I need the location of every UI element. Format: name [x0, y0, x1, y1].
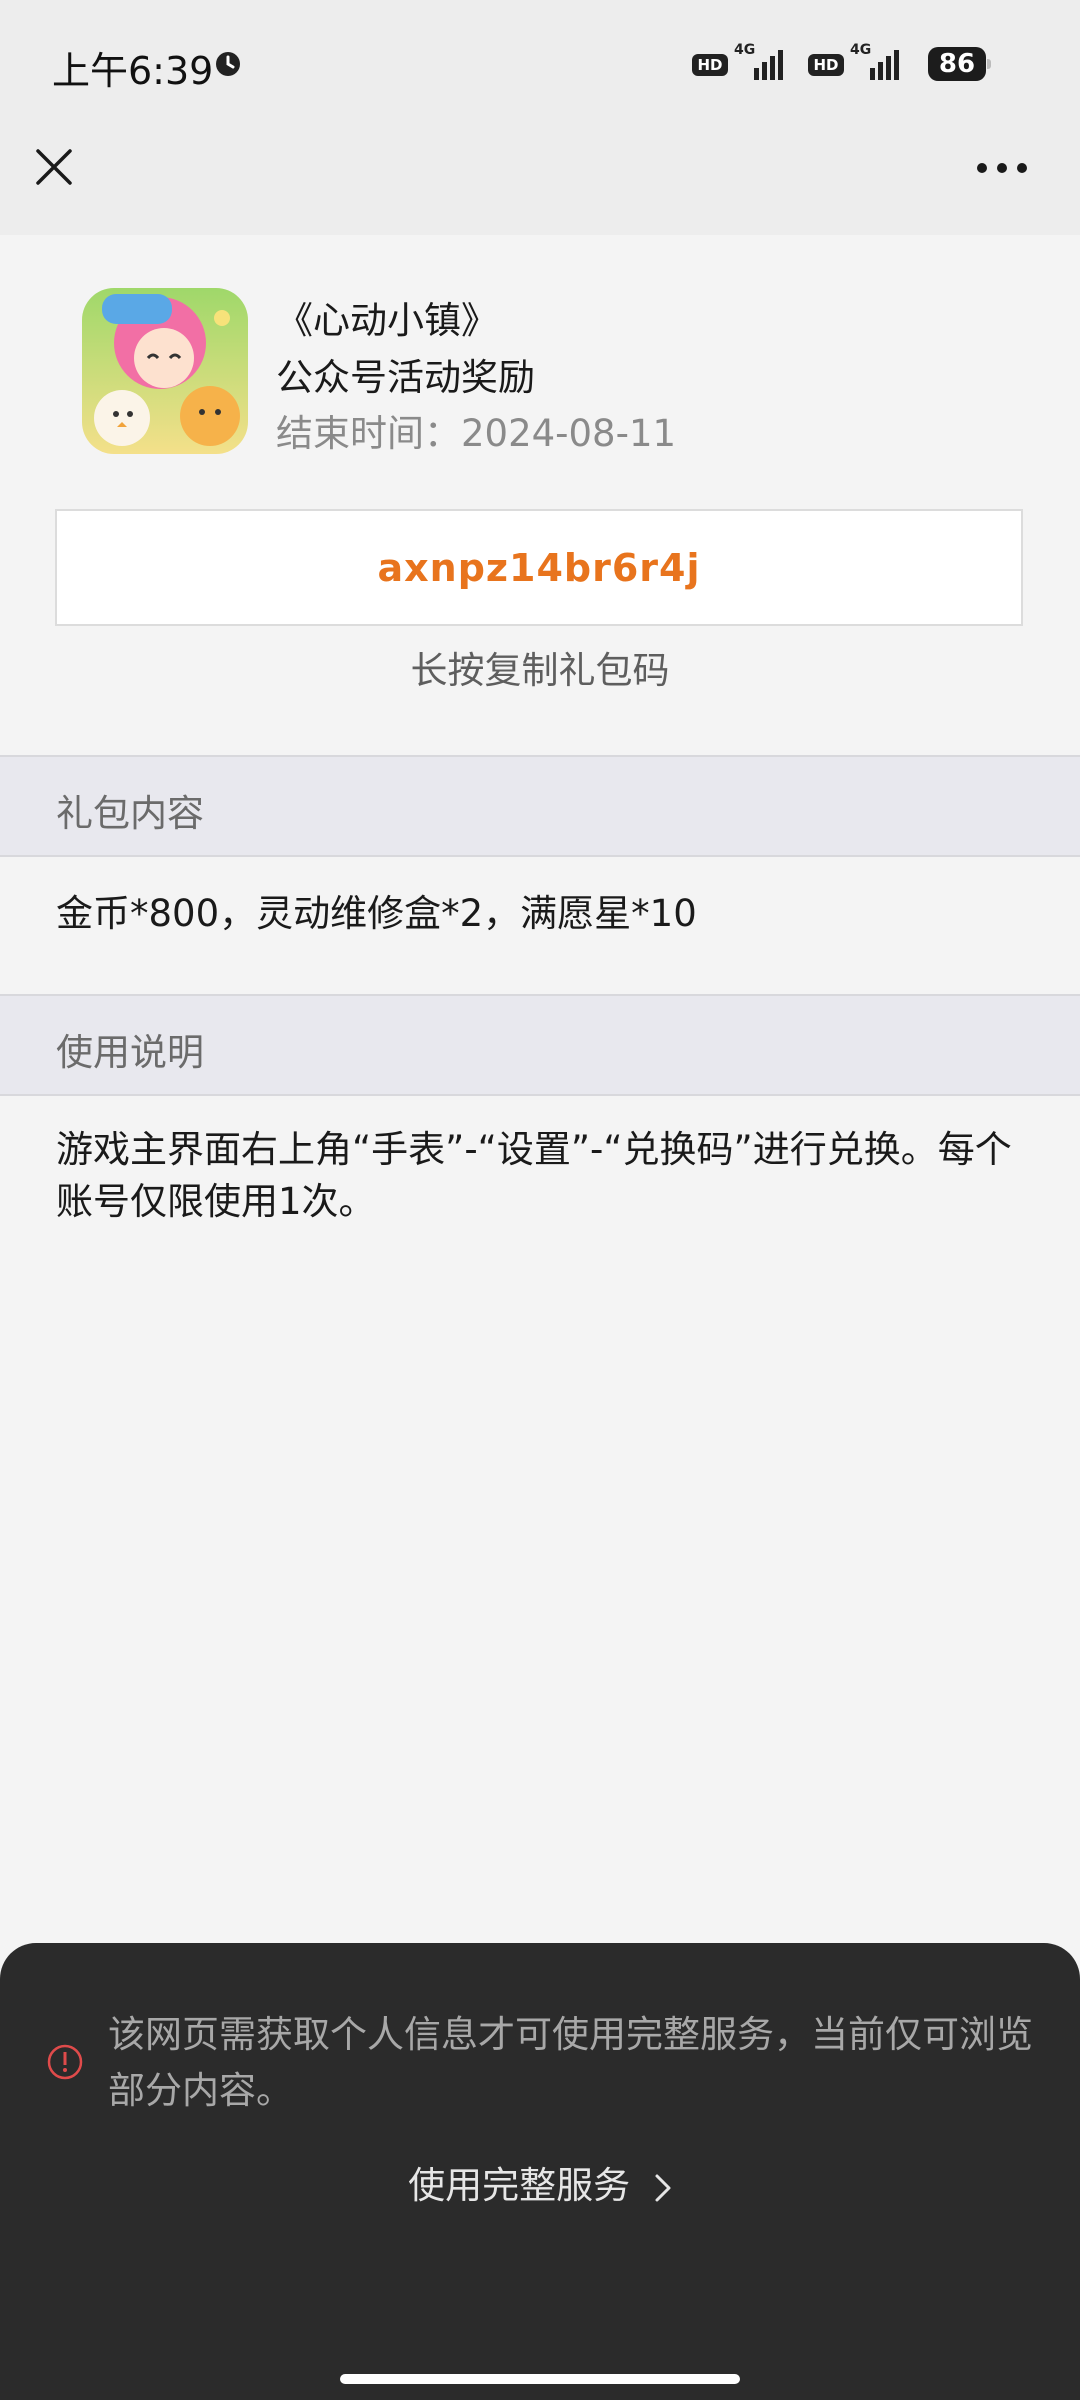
- permission-notice: 该网页需获取个人信息才可使用完整服务，当前仅可浏览部分内容。: [108, 2013, 1033, 2112]
- game-app-icon: [82, 288, 248, 454]
- gift-end-time: 结束时间：2024-08-11: [276, 412, 677, 455]
- use-full-service-label: 使用完整服务: [408, 2164, 631, 2207]
- gift-subtitle: 公众号活动奖励: [276, 356, 535, 399]
- hd-badge: HD: [808, 54, 844, 76]
- section-title: 使用说明: [56, 1031, 204, 1074]
- status-time: 上午6:39: [52, 49, 214, 93]
- use-full-service-button[interactable]: 使用完整服务: [0, 2155, 1080, 2209]
- warning-icon: [47, 2044, 83, 2080]
- chevron-right-icon: [655, 2174, 671, 2201]
- gift-content-text: 金币*800，灵动维修盒*2，满愿星*10: [56, 892, 697, 935]
- signal-icon: [754, 50, 783, 80]
- section-header-usage: 使用说明: [0, 994, 1080, 1096]
- more-horizontal-icon[interactable]: [974, 158, 1030, 178]
- home-indicator[interactable]: [340, 2374, 740, 2384]
- close-icon[interactable]: [32, 145, 76, 189]
- gift-code[interactable]: axnpz14br6r4j: [55, 509, 1023, 626]
- battery-indicator: 86: [928, 47, 986, 81]
- top-bar: 上午6:39 HD 4G HD 4G 86: [0, 0, 1080, 235]
- hd-badge: HD: [692, 54, 728, 76]
- gift-title: 《心动小镇》: [276, 299, 498, 342]
- section-title: 礼包内容: [56, 792, 204, 835]
- section-header-content: 礼包内容: [0, 755, 1080, 857]
- battery-tip: [987, 59, 991, 69]
- usage-text: 游戏主界面右上角“手表”-“设置”-“兑换码”进行兑换。每个账号仅限使用1次。: [56, 1128, 1012, 1223]
- signal-icon: [870, 50, 899, 80]
- status-indicators: HD 4G HD 4G 86: [692, 40, 1022, 88]
- copy-hint: 长按复制礼包码: [410, 649, 670, 692]
- screen: 上午6:39 HD 4G HD 4G 86 《心动小镇》 公众号活动奖励 结束时…: [0, 0, 1080, 2400]
- permission-bottom-sheet: 该网页需获取个人信息才可使用完整服务，当前仅可浏览部分内容。 使用完整服务: [0, 1943, 1080, 2400]
- alarm-clock-icon: [216, 52, 240, 76]
